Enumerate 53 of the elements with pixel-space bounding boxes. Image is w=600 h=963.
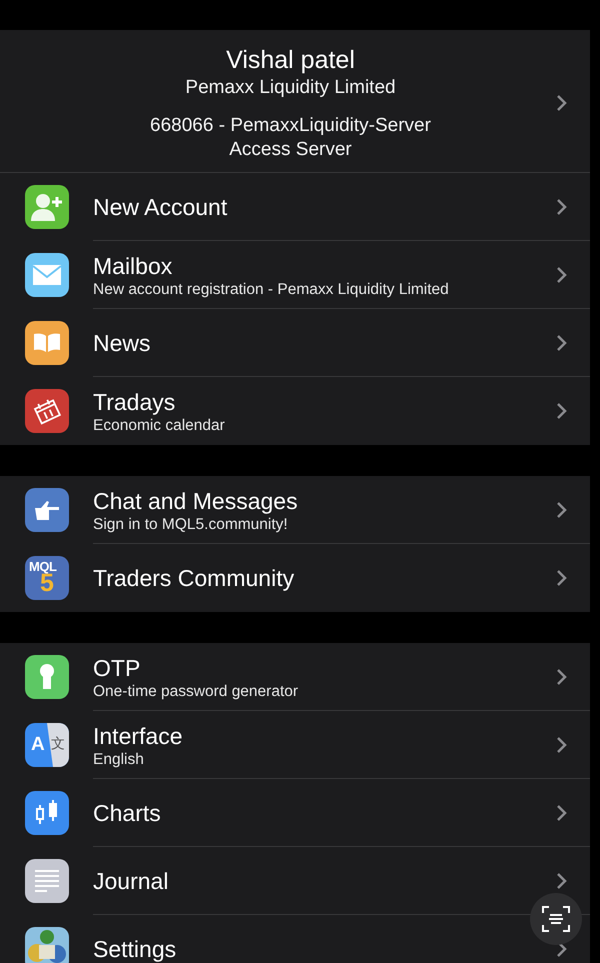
item-subtitle: New account registration - Pemaxx Liquidity Limited: [93, 280, 449, 298]
chevron-icon: [556, 569, 568, 587]
access-server: Access Server: [229, 138, 352, 162]
item-title: Interface: [93, 722, 182, 750]
chevron-icon: [556, 94, 568, 112]
document-lines-icon: [25, 859, 69, 903]
item-subtitle: English: [93, 750, 144, 768]
item-title: OTP: [93, 654, 140, 682]
item-title: New Account: [93, 193, 228, 221]
server-name: 668066 - PemaxxLiquidity-Server: [150, 114, 431, 138]
menu-item[interactable]: News: [0, 309, 590, 377]
menu-item[interactable]: Chat and Messages Sign in to MQL5.community!: [0, 476, 590, 544]
menu-item[interactable]: MQL 5 Traders Community: [0, 544, 590, 612]
translate-icon: A 文: [25, 723, 69, 767]
pointing-hand-icon: [25, 488, 69, 532]
menu-item[interactable]: OTP One-time password generator: [0, 643, 590, 711]
item-title: News: [93, 329, 151, 357]
envelope-icon: [25, 253, 69, 297]
item-title: Journal: [93, 867, 168, 895]
menu-item[interactable]: A 文 Interface English: [0, 711, 590, 779]
item-title: Chat and Messages: [93, 486, 298, 514]
keyhole-icon: [25, 655, 69, 699]
chevron-icon: [556, 804, 568, 822]
item-subtitle: Economic calendar: [93, 416, 225, 434]
company-name: Pemaxx Liquidity Limited: [185, 76, 396, 100]
menu-item[interactable]: Journal: [0, 847, 590, 915]
account-name: Vishal patel: [226, 45, 355, 76]
mql5-logo-icon: MQL 5: [25, 556, 69, 600]
item-title: Charts: [93, 799, 161, 827]
chevron-icon: [556, 501, 568, 519]
menu-item[interactable]: Tradays Economic calendar: [0, 377, 590, 445]
menu-item[interactable]: New Account: [0, 173, 590, 241]
candlestick-icon: [25, 791, 69, 835]
add-user-icon: [25, 185, 69, 229]
menu-item[interactable]: Charts: [0, 779, 590, 847]
book-icon: [25, 321, 69, 365]
menu-item[interactable]: Mailbox New account registration - Pemaxx Liquidity Limited: [0, 241, 590, 309]
item-subtitle: Sign in to MQL5.community!: [93, 514, 288, 534]
chevron-icon: [556, 402, 568, 420]
item-title: Traders Community: [93, 564, 294, 592]
item-title: Settings: [93, 935, 176, 963]
chevron-icon: [556, 736, 568, 754]
figures-icon: [25, 927, 69, 963]
calendar-icon: [25, 389, 69, 433]
scan-text-icon: [542, 906, 570, 932]
chevron-icon: [556, 198, 568, 216]
item-title: Mailbox: [93, 252, 172, 280]
chevron-icon: [556, 334, 568, 352]
chevron-icon: [556, 668, 568, 686]
item-subtitle: One-time password generator: [93, 682, 298, 700]
chevron-icon: [556, 872, 568, 890]
item-title: Tradays: [93, 388, 176, 416]
chevron-icon: [556, 266, 568, 284]
